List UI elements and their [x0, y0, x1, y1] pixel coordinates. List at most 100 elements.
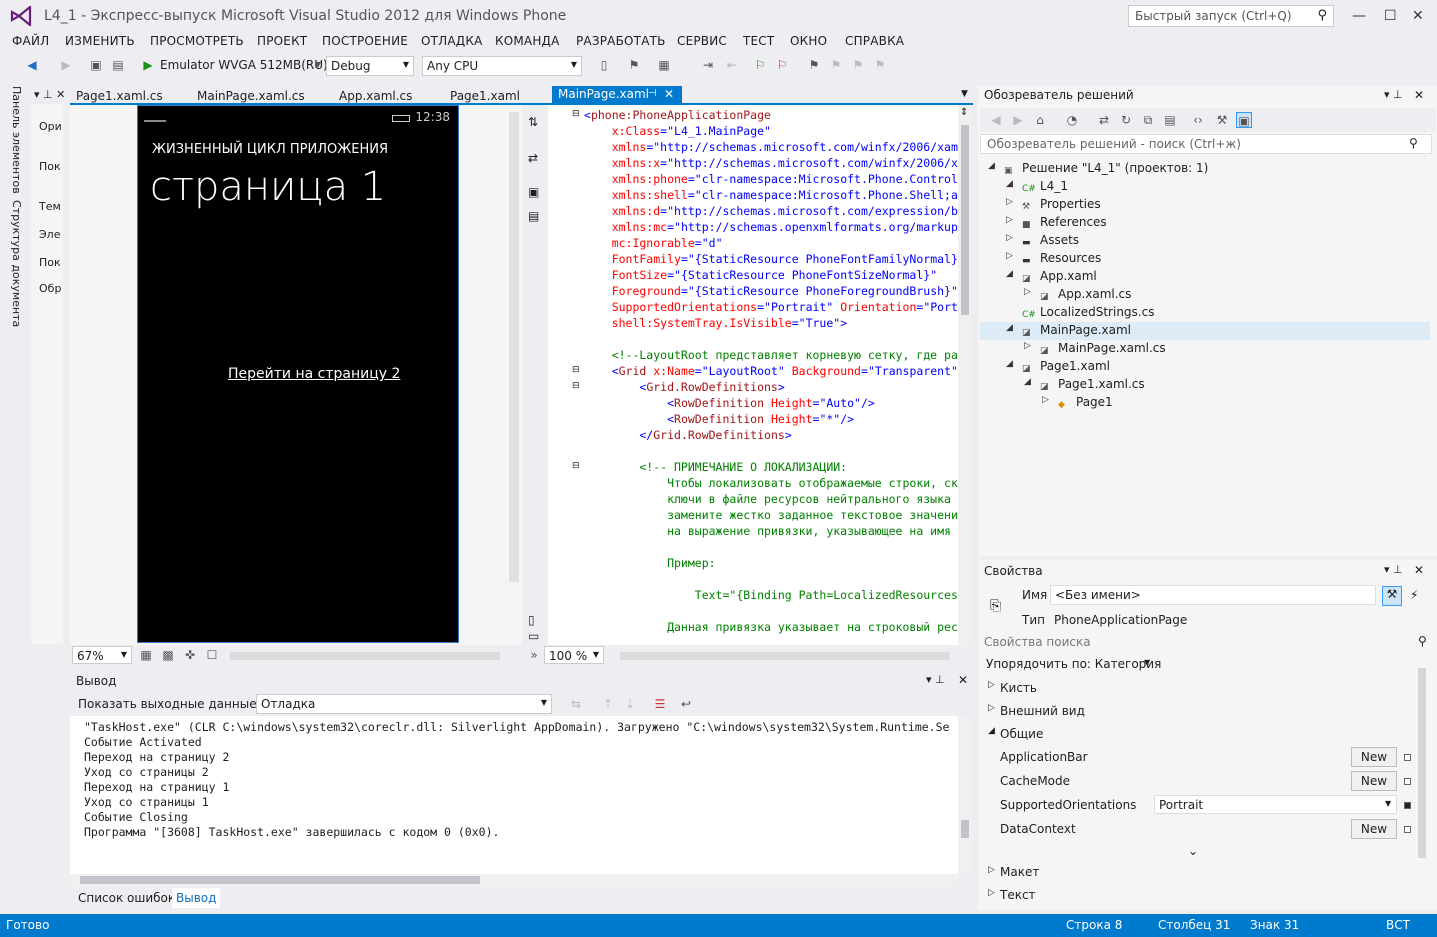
tree-item[interactable]: ▷ ▬ Resources: [1006, 251, 1101, 268]
menu-debug[interactable]: ОТЛАДКА: [421, 34, 483, 48]
artboard-icon[interactable]: ✜: [182, 647, 198, 663]
menu-design[interactable]: РАЗРАБОТАТЬ: [576, 34, 666, 48]
expand-icon[interactable]: ▷: [1024, 341, 1031, 351]
applicationbar-new-button[interactable]: New: [1351, 747, 1397, 767]
find-message-icon[interactable]: ⇆: [568, 696, 584, 712]
document-outline-tab[interactable]: Структура документа: [10, 200, 23, 327]
menu-tools[interactable]: СЕРВИС: [677, 34, 727, 48]
configuration-select[interactable]: Debug ▼: [326, 56, 414, 76]
chevron-down-icon[interactable]: ▼: [310, 57, 326, 73]
xaml-editor[interactable]: ⊟ ⊟ ⊟ ⊟ <phone:PhoneApplicationPage x:Cl…: [548, 105, 958, 645]
tree-item[interactable]: ▷ ◪ MainPage.xaml.cs: [1024, 341, 1166, 358]
tree-item[interactable]: ▷ ◆ Page1: [1042, 395, 1113, 412]
property-marker-icon[interactable]: [1404, 802, 1411, 809]
collapse-all-icon[interactable]: ⧉: [1140, 112, 1156, 128]
editor-scrollbar[interactable]: ⇕: [958, 105, 972, 645]
swap-panes-icon[interactable]: ⇅: [528, 115, 538, 129]
attach-icon[interactable]: ⚑: [626, 57, 642, 73]
expand-icon[interactable]: ▷: [1006, 197, 1013, 207]
category-text[interactable]: Текст: [1000, 888, 1036, 902]
properties-scrollbar[interactable]: [1418, 668, 1426, 858]
menu-help[interactable]: СПРАВКА: [845, 34, 904, 48]
tab-error-list[interactable]: Список ошибок: [78, 891, 175, 905]
expand-icon[interactable]: ◢: [1024, 377, 1031, 387]
scroll-thumb[interactable]: [961, 820, 969, 838]
output-text[interactable]: "TaskHost.exe" (CLR C:\windows\system32\…: [70, 716, 958, 874]
collapse-icon[interactable]: ⊟: [572, 461, 580, 471]
category-appearance[interactable]: Внешний вид: [1000, 704, 1085, 718]
tree-item[interactable]: ◢ ◪ MainPage.xaml: [1006, 323, 1131, 340]
wrench-icon[interactable]: ⚒: [1382, 586, 1402, 606]
collapse-pane-icon[interactable]: ▤: [528, 209, 539, 223]
designer-scrollbar[interactable]: [509, 112, 519, 582]
expand-icon[interactable]: ▷: [1006, 215, 1013, 225]
tree-item[interactable]: ▷ ■ References: [1006, 215, 1107, 232]
bookmark-icon[interactable]: ⚑: [806, 57, 822, 73]
tree-item[interactable]: ◢ C# L4_1: [1006, 179, 1068, 196]
category-common[interactable]: Общие: [1000, 727, 1043, 741]
toolbox-item[interactable]: Пок: [39, 256, 61, 269]
preview-icon[interactable]: ▣: [1236, 112, 1252, 128]
menu-file[interactable]: ФАЙЛ: [12, 34, 49, 48]
expand-icon[interactable]: ▷: [1006, 251, 1013, 261]
view-code-icon[interactable]: ‹›: [1190, 112, 1206, 128]
menu-project[interactable]: ПРОЕКТ: [257, 34, 307, 48]
pin-icon[interactable]: ▾ ⊥: [926, 673, 945, 686]
expand-icon[interactable]: ◢: [1006, 323, 1013, 333]
tab-overflow-icon[interactable]: ▼: [961, 89, 968, 99]
quick-launch-input[interactable]: Быстрый запуск (Ctrl+Q) ⚲: [1128, 5, 1334, 27]
split-icon[interactable]: ⇕: [960, 107, 968, 118]
tree-item[interactable]: ▷ ◪ App.xaml.cs: [1024, 287, 1131, 304]
sync-icon[interactable]: ⇄: [1096, 112, 1112, 128]
tree-item[interactable]: ▷ ▬ Assets: [1006, 233, 1079, 250]
close-icon[interactable]: ✕: [1414, 88, 1424, 102]
grid-icon[interactable]: ▦: [138, 647, 154, 663]
bookmark-clear-icon[interactable]: ⚑: [872, 57, 888, 73]
pin-icon[interactable]: ▾ ⊥: [1384, 563, 1403, 576]
tree-item[interactable]: ◢ ◪ App.xaml: [1006, 269, 1097, 286]
device-icon[interactable]: ▯: [596, 57, 612, 73]
tab-page1-xaml[interactable]: Page1.xaml: [450, 89, 520, 103]
vertical-split-icon[interactable]: ▣: [528, 185, 539, 199]
tab-mainpage-xaml[interactable]: MainPage.xaml ⊣ ✕: [552, 86, 682, 104]
tree-item[interactable]: ◢ ◪ Page1.xaml.cs: [1024, 377, 1145, 394]
events-icon[interactable]: ⚡: [1410, 588, 1418, 602]
tab-app-xaml-cs[interactable]: App.xaml.cs: [339, 89, 412, 103]
tab-page1-xaml-cs[interactable]: Page1.xaml.cs: [76, 89, 163, 103]
expand-icon[interactable]: ▷: [988, 680, 995, 690]
home-icon[interactable]: ⌂: [1032, 112, 1048, 128]
collapse-icon[interactable]: ⊟: [572, 365, 580, 375]
expand-icon[interactable]: ▷: [988, 865, 995, 875]
tree-item[interactable]: ◢ ◪ Page1.xaml: [1006, 359, 1110, 376]
expand-icon[interactable]: ◢: [1006, 359, 1013, 369]
platform-select[interactable]: Any CPU ▼: [422, 56, 582, 76]
layout-icon[interactable]: ▦: [656, 57, 672, 73]
minimize-button[interactable]: —: [1352, 8, 1366, 24]
scroll-thumb[interactable]: [80, 876, 480, 884]
word-wrap-icon[interactable]: ↩: [678, 696, 694, 712]
forward-icon[interactable]: ▶: [58, 57, 74, 73]
horizontal-split-icon[interactable]: ⇄: [528, 151, 538, 165]
pin-icon[interactable]: ▾ ⊥: [1384, 88, 1403, 101]
menu-view[interactable]: ПРОСМОТРЕТЬ: [150, 34, 244, 48]
run-target-label[interactable]: Emulator WVGA 512MB(RU): [160, 58, 328, 72]
tab-output[interactable]: Вывод: [172, 888, 221, 908]
collapse-icon[interactable]: ⊟: [572, 109, 580, 119]
back-icon[interactable]: ◀: [24, 57, 40, 73]
editor-hscroll[interactable]: [620, 652, 950, 660]
expand-icon[interactable]: ◢: [1006, 179, 1013, 189]
expand-icon[interactable]: ▷: [1024, 287, 1031, 297]
output-vscroll[interactable]: [958, 716, 972, 874]
forward-icon[interactable]: ▶: [1010, 112, 1026, 128]
properties-search-input[interactable]: Свойства поиска ⚲: [980, 632, 1432, 652]
design-view-icon[interactable]: ▯: [528, 613, 535, 627]
category-brush[interactable]: Кисть: [1000, 681, 1037, 695]
category-layout[interactable]: Макет: [1000, 865, 1039, 879]
editor-zoom-select[interactable]: 100 % ▼: [544, 646, 604, 664]
property-marker-icon[interactable]: [1404, 778, 1411, 785]
menu-team[interactable]: КОМАНДА: [495, 34, 560, 48]
name-input[interactable]: <Без имени>: [1050, 585, 1376, 605]
property-marker-icon[interactable]: [1404, 754, 1411, 761]
bookmark-remove-icon[interactable]: ⚐: [774, 57, 790, 73]
arrange-by-dropdown[interactable]: Упорядочить по: Категория: [986, 657, 1161, 671]
